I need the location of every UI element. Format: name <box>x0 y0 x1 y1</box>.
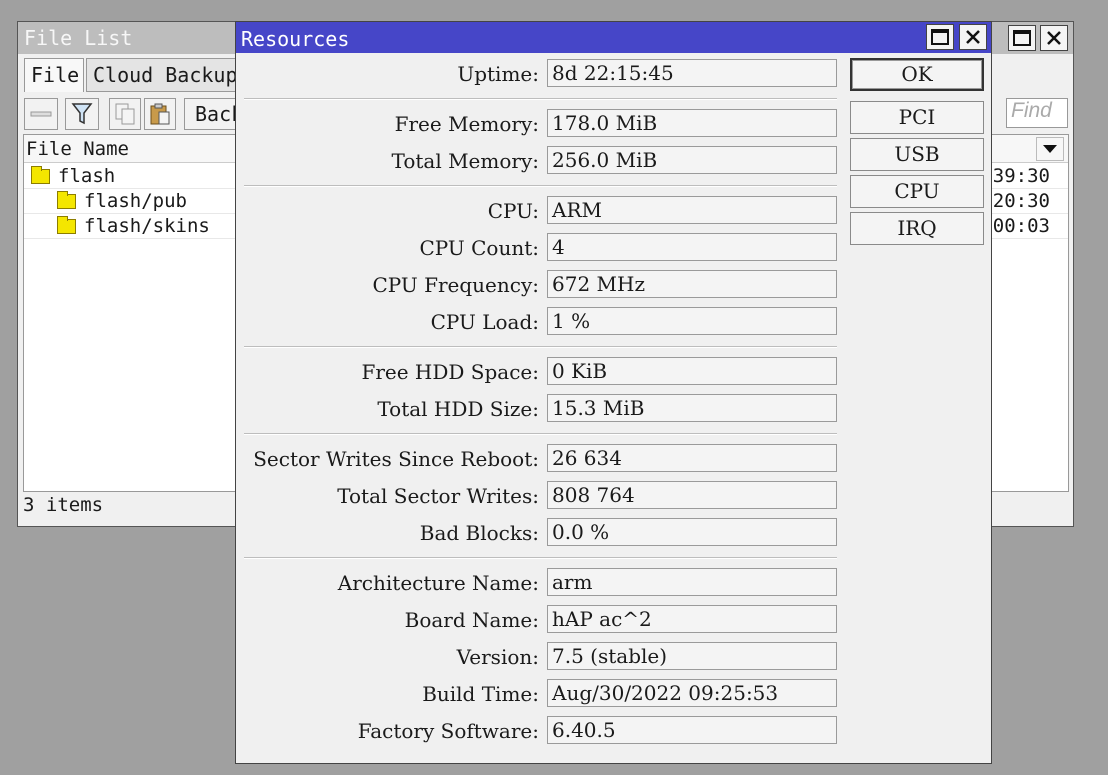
remove-button[interactable] <box>24 98 58 130</box>
maximize-icon <box>931 29 949 45</box>
version-label: Version: <box>456 645 539 669</box>
total-memory-field[interactable]: 256.0 MiB <box>547 146 837 174</box>
column-header-label: File Name <box>26 138 129 160</box>
free-hdd-field[interactable]: 0 KiB <box>547 357 837 385</box>
cpu-load-label: CPU Load: <box>430 310 539 334</box>
resources-close-button[interactable] <box>959 24 987 50</box>
file-list-close-button[interactable] <box>1040 25 1068 51</box>
cpu-frequency-field[interactable]: 672 MHz <box>547 270 837 298</box>
cpu-button[interactable]: CPU <box>850 175 984 208</box>
cpu-load-field[interactable]: 1 % <box>547 307 837 335</box>
bad-blocks-field[interactable]: 0.0 % <box>547 518 837 546</box>
chevron-down-icon <box>1043 145 1057 153</box>
separator <box>244 98 837 100</box>
separator <box>244 433 837 435</box>
cpu-count-label: CPU Count: <box>419 236 539 260</box>
cpu-frequency-label: CPU Frequency: <box>372 273 539 297</box>
separator <box>244 185 837 187</box>
close-icon <box>1047 31 1061 45</box>
cpu-label: CPU: <box>487 199 539 223</box>
bad-blocks-label: Bad Blocks: <box>419 521 539 545</box>
find-input[interactable]: Find <box>1006 98 1068 128</box>
pci-button[interactable]: PCI <box>850 101 984 134</box>
cpu-count-field[interactable]: 4 <box>547 233 837 261</box>
file-time: 00:03 <box>992 215 1050 237</box>
board-name-label: Board Name: <box>404 608 539 632</box>
uptime-field[interactable]: 8d 22:15:45 <box>547 59 837 87</box>
separator <box>244 346 837 348</box>
total-hdd-label: Total HDD Size: <box>377 397 539 421</box>
total-hdd-field[interactable]: 15.3 MiB <box>547 394 837 422</box>
build-time-field[interactable]: Aug/30/2022 09:25:53 <box>547 679 837 707</box>
tab-file[interactable]: File <box>24 58 84 92</box>
version-field[interactable]: 7.5 (stable) <box>547 642 837 670</box>
board-name-field[interactable]: hAP ac^2 <box>547 605 837 633</box>
architecture-field[interactable]: arm <box>547 568 837 596</box>
remove-icon <box>30 111 52 117</box>
sector-writes-reboot-field[interactable]: 26 634 <box>547 444 837 472</box>
resources-maximize-button[interactable] <box>926 24 954 50</box>
resources-title: Resources <box>241 27 350 51</box>
tab-cloud-backup[interactable]: Cloud Backup <box>86 58 238 92</box>
column-menu-button[interactable] <box>1036 137 1064 161</box>
file-name: flash/skins <box>84 215 210 237</box>
free-hdd-label: Free HDD Space: <box>361 360 539 384</box>
close-icon <box>966 30 980 44</box>
sector-writes-reboot-label: Sector Writes Since Reboot: <box>253 447 539 471</box>
file-list-maximize-button[interactable] <box>1008 25 1036 51</box>
filter-icon <box>71 103 93 125</box>
file-time: 20:30 <box>992 190 1050 212</box>
build-time-label: Build Time: <box>422 682 539 706</box>
separator <box>244 557 837 559</box>
factory-software-label: Factory Software: <box>357 719 539 743</box>
copy-button[interactable] <box>109 98 141 130</box>
total-sector-writes-label: Total Sector Writes: <box>337 484 539 508</box>
total-memory-label: Total Memory: <box>391 149 539 173</box>
uptime-label: Uptime: <box>457 62 539 86</box>
status-bar: 3 items <box>23 494 104 516</box>
ok-button[interactable]: OK <box>850 58 984 91</box>
total-sector-writes-field[interactable]: 808 764 <box>547 481 837 509</box>
resources-dialog[interactable]: Resources Uptime: 8d 22:15:45 Free Memor… <box>235 21 992 764</box>
file-name: flash/pub <box>84 190 187 212</box>
folder-icon <box>57 216 76 234</box>
filter-button[interactable] <box>65 98 99 130</box>
irq-button[interactable]: IRQ <box>850 212 984 245</box>
paste-button[interactable] <box>144 98 176 130</box>
paste-icon <box>150 103 170 125</box>
file-time: 39:30 <box>992 165 1050 187</box>
architecture-label: Architecture Name: <box>337 571 539 595</box>
file-list-title: File List <box>24 26 133 50</box>
usb-button[interactable]: USB <box>850 138 984 171</box>
copy-icon <box>115 103 135 125</box>
factory-software-field[interactable]: 6.40.5 <box>547 716 837 744</box>
cpu-field[interactable]: ARM <box>547 196 837 224</box>
folder-icon <box>31 166 50 184</box>
file-name: flash <box>58 165 116 187</box>
free-memory-label: Free Memory: <box>394 112 539 136</box>
resources-titlebar[interactable]: Resources <box>236 22 991 53</box>
folder-icon <box>57 191 76 209</box>
free-memory-field[interactable]: 178.0 MiB <box>547 109 837 137</box>
maximize-icon <box>1013 30 1031 46</box>
